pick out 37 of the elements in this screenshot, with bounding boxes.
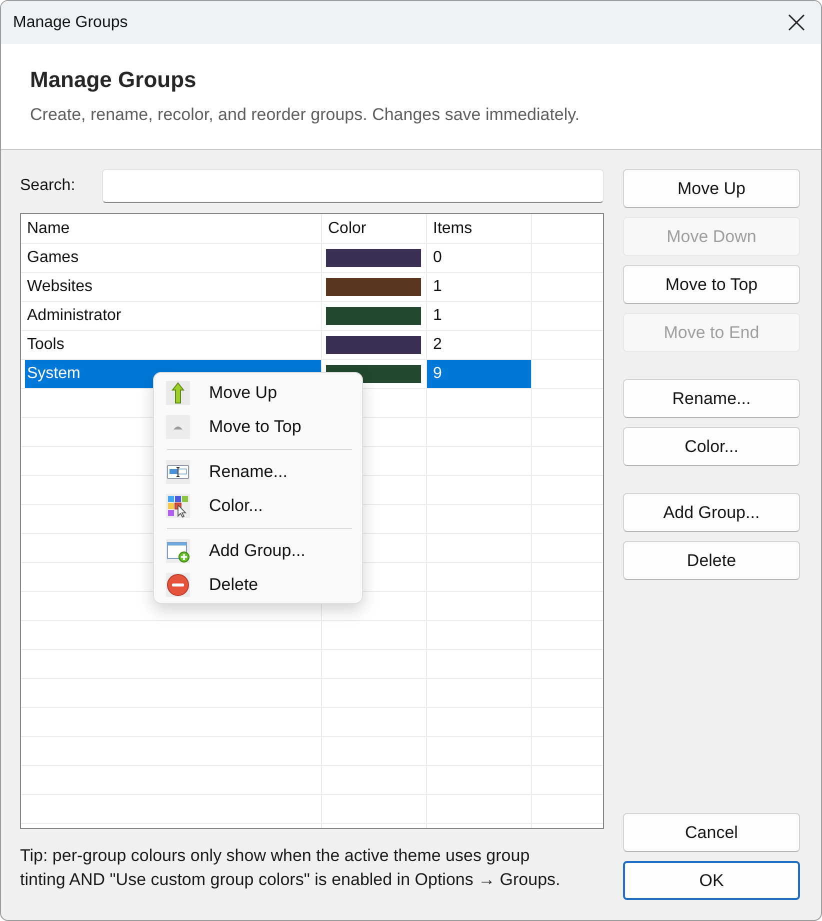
items-cell: 0 <box>427 244 532 272</box>
tip-text: Tip: per-group colours only show when the active theme uses group tinting AND "Use custom group colors" is enabled in Options → Groups. <box>20 845 562 891</box>
search-field[interactable] <box>102 169 604 203</box>
add-group-button[interactable]: Add Group... <box>623 493 800 532</box>
name-cell-text: Websites <box>26 277 94 297</box>
window-title: Manage Groups <box>13 12 128 32</box>
menu-item[interactable]: Add Group... <box>158 534 358 568</box>
menu-item[interactable]: Rename... <box>158 455 358 489</box>
items-cell: 1 <box>427 302 532 330</box>
color-button[interactable]: Color... <box>623 427 800 466</box>
name-cell-text: Administrator <box>26 306 122 326</box>
rename-button[interactable]: Rename... <box>623 379 800 418</box>
dialog-heading: Manage Groups <box>30 66 196 94</box>
name-cell-text: Games <box>26 248 80 268</box>
arrow-up-icon <box>166 381 190 405</box>
items-cell: 9 <box>427 360 532 388</box>
cancel-button[interactable]: Cancel <box>623 813 800 852</box>
search-label: Search: <box>20 176 76 196</box>
column-header[interactable]: Name <box>21 214 322 243</box>
items-cell: 2 <box>427 331 532 359</box>
column-header[interactable]: Color <box>322 214 427 243</box>
dialog-description: Create, rename, recolor, and reorder groups. Changes save immediately. <box>30 104 580 126</box>
menu-item[interactable]: Color... <box>158 489 358 523</box>
column-header[interactable]: Items <box>427 214 532 243</box>
menu-item[interactable]: Move to Top <box>158 410 358 444</box>
name-cell-text: Tools <box>26 335 66 355</box>
delete-button[interactable]: Delete <box>623 541 800 580</box>
items-cell: 1 <box>427 273 532 301</box>
move-up-button[interactable]: Move Up <box>623 169 800 208</box>
move-to-top-button[interactable]: Move to Top <box>623 265 800 304</box>
window-plus-icon <box>166 539 190 563</box>
minus-circle-icon <box>166 573 190 597</box>
text-field-icon <box>166 460 190 484</box>
menu-item[interactable]: Delete <box>158 568 358 602</box>
close-icon[interactable] <box>788 14 805 31</box>
color-grid-icon <box>166 494 190 518</box>
ok-button[interactable]: OK <box>623 861 800 900</box>
